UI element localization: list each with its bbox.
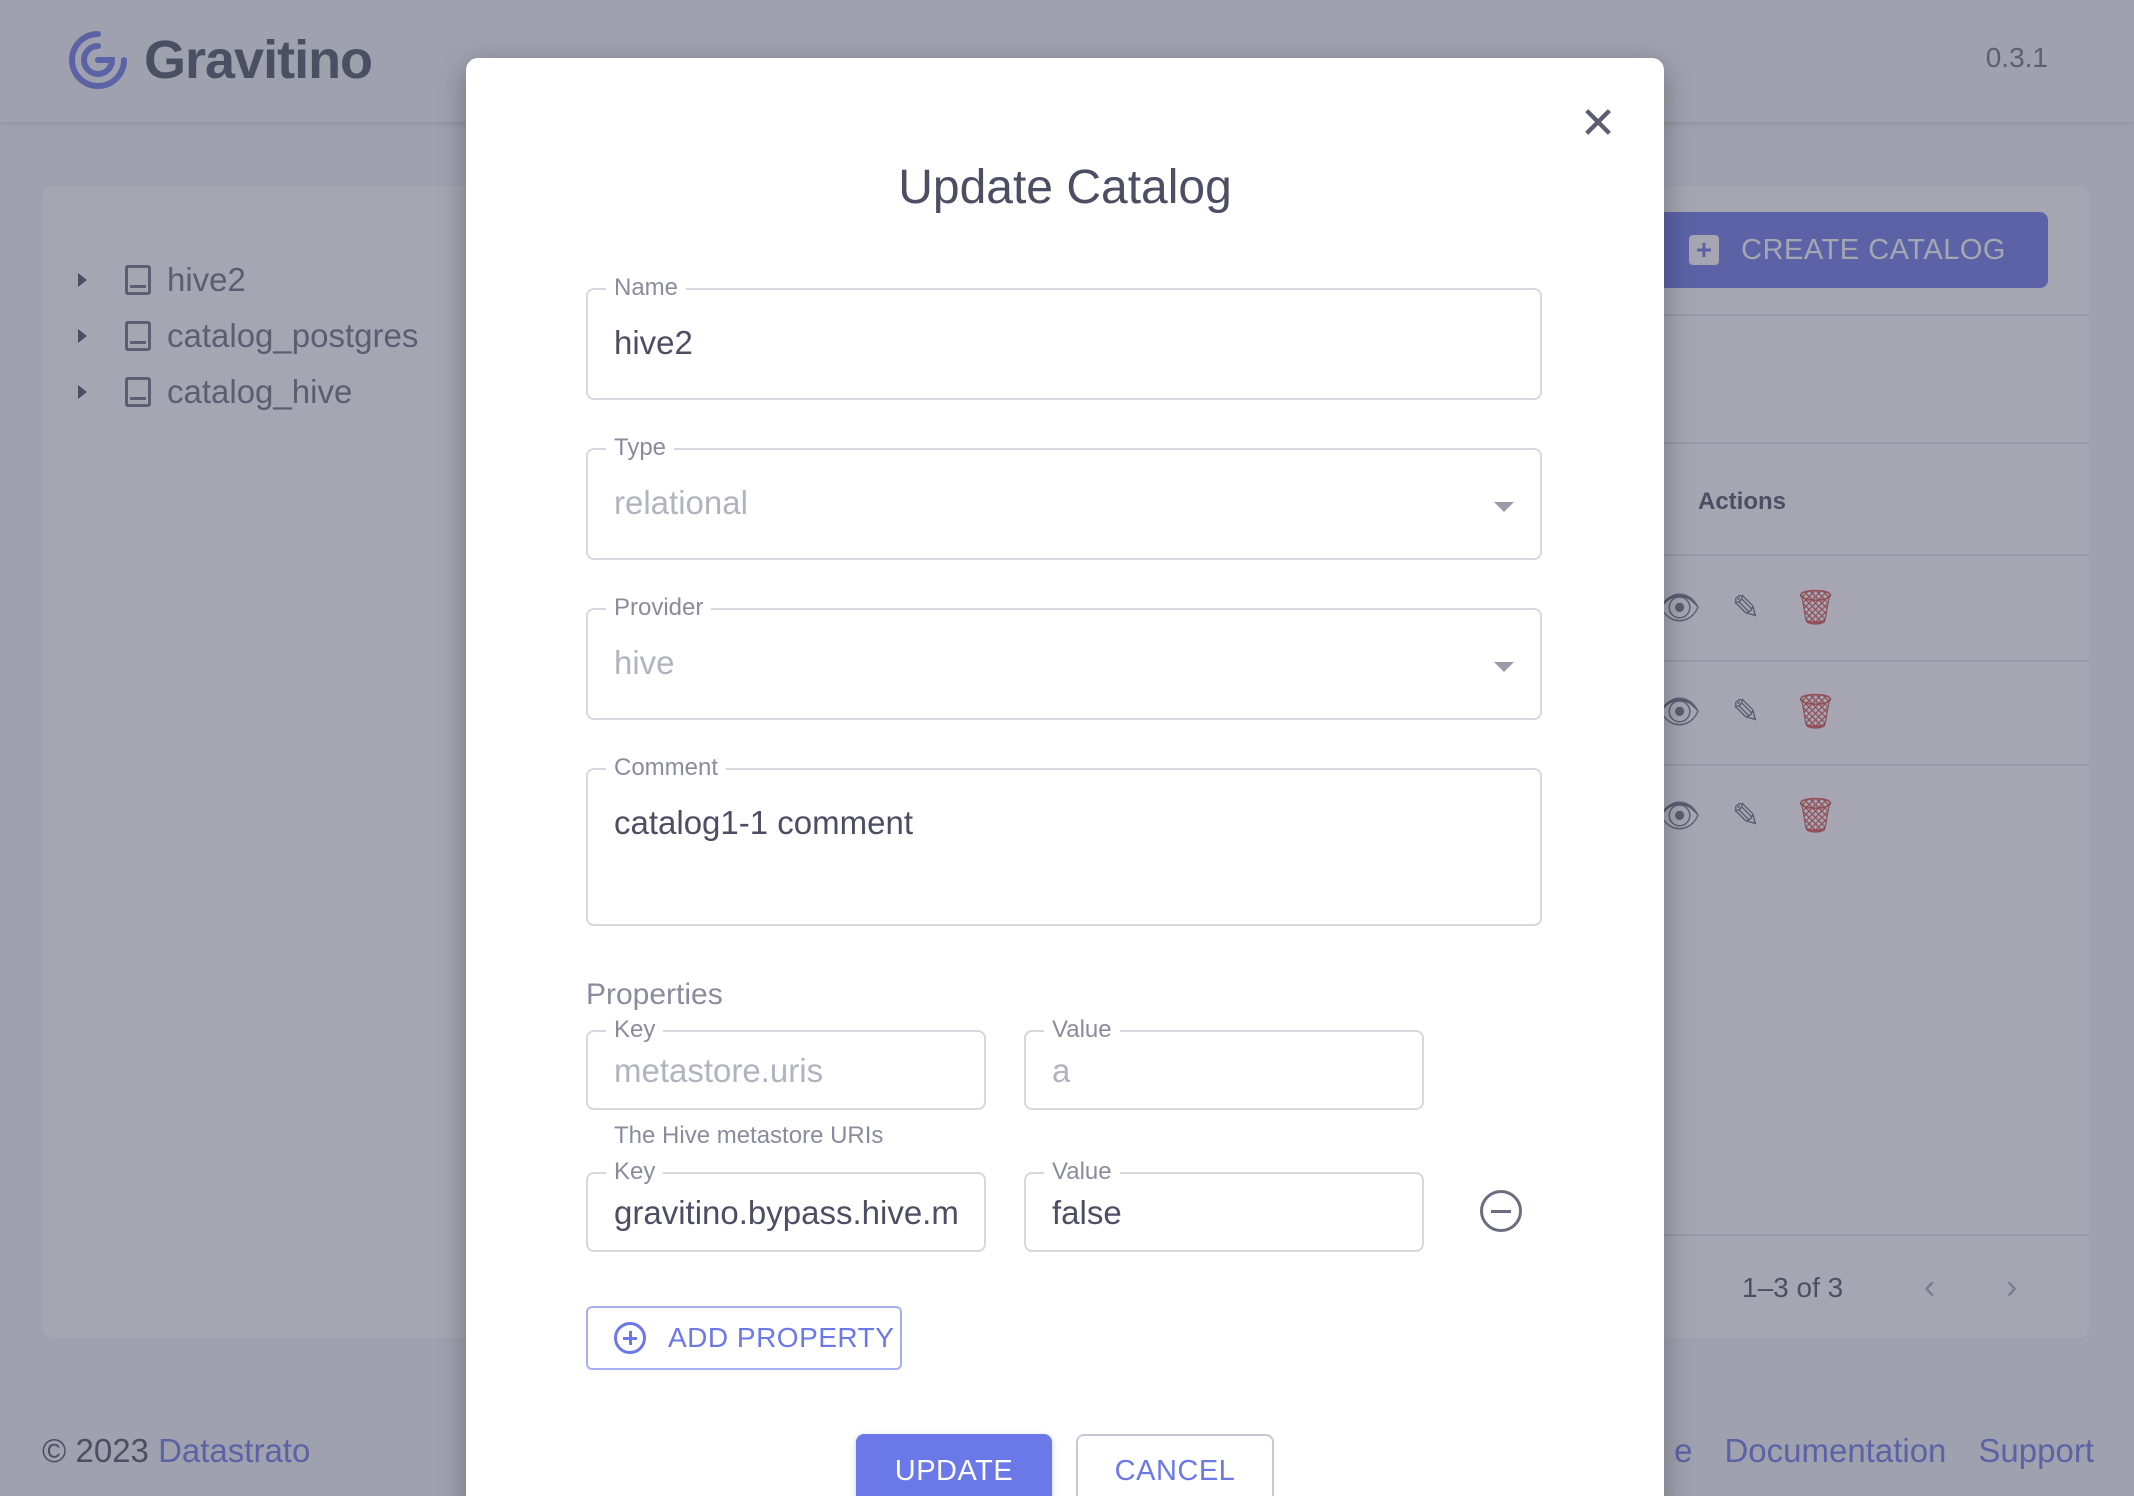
remove-property-icon[interactable]	[1480, 1190, 1522, 1232]
property-value-input[interactable]: false	[1052, 1194, 1122, 1232]
add-property-label: ADD PROPERTY	[668, 1322, 895, 1353]
property-key-field[interactable]: Key gravitino.bypass.hive.m	[586, 1158, 986, 1252]
value-field-label: Value	[1044, 1016, 1120, 1044]
comment-field[interactable]: Comment catalog1-1 comment	[586, 754, 1542, 926]
close-icon[interactable]: ✕	[1578, 102, 1618, 146]
key-field-label: Key	[606, 1158, 664, 1186]
key-field-label: Key	[606, 1016, 664, 1044]
property-value-field[interactable]: Value a	[1024, 1016, 1424, 1110]
comment-textarea[interactable]: catalog1-1 comment	[614, 804, 913, 842]
dropdown-arrow-icon	[1494, 502, 1514, 512]
provider-select-value: hive	[614, 644, 675, 681]
property-value-input[interactable]: a	[1052, 1052, 1070, 1090]
add-circle-icon	[614, 1322, 646, 1354]
dropdown-arrow-icon	[1494, 662, 1514, 672]
type-select[interactable]: Type relational	[586, 434, 1542, 560]
comment-field-label: Comment	[606, 754, 727, 782]
name-field-label: Name	[606, 274, 687, 302]
dialog-title: Update Catalog	[898, 161, 1232, 214]
add-property-button[interactable]: ADD PROPERTY	[586, 1306, 902, 1370]
type-select-value: relational	[614, 484, 748, 521]
update-button[interactable]: UPDATE	[856, 1434, 1052, 1496]
property-helper-text: The Hive metastore URIs	[614, 1122, 884, 1149]
property-key-field[interactable]: Key metastore.uris	[586, 1016, 986, 1110]
property-key-input[interactable]: metastore.uris	[614, 1052, 974, 1090]
name-field[interactable]: Name hive2	[586, 274, 1542, 400]
type-field-label: Type	[606, 434, 675, 462]
name-input[interactable]: hive2	[614, 324, 693, 362]
value-field-label: Value	[1044, 1158, 1120, 1186]
property-value-field[interactable]: Value false	[1024, 1158, 1424, 1252]
provider-select[interactable]: Provider hive	[586, 594, 1542, 720]
provider-field-label: Provider	[606, 594, 712, 622]
property-key-input[interactable]: gravitino.bypass.hive.m	[614, 1194, 974, 1232]
cancel-button[interactable]: CANCEL	[1076, 1434, 1274, 1496]
properties-label: Properties	[586, 978, 723, 1011]
